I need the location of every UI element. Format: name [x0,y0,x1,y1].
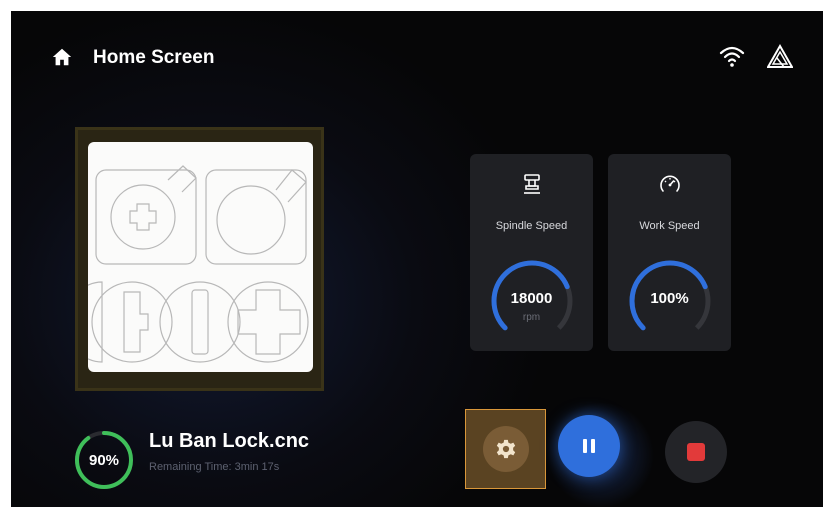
wifi-icon[interactable] [719,44,745,68]
brand-logo-icon [767,44,793,68]
job-progress-percent: 90% [88,451,120,469]
work-speed-value: 100% [650,290,689,307]
speedometer-icon [659,175,680,192]
spindle-icon [523,174,540,194]
job-file-name: Lu Ban Lock.cnc [149,430,310,452]
home-screen: Home Screen 90% Lu Ban Lock.cnc Remainin… [11,11,823,507]
stop-icon [687,443,705,461]
job-preview-image [88,142,313,372]
spindle-speed-card[interactable]: Spindle Speed 18000 rpm [470,154,593,351]
stop-button[interactable] [665,421,727,483]
settings-button-circle[interactable] [483,426,529,472]
remaining-time: Remaining Time: 3min 17s [149,461,280,473]
spindle-speed-unit: rpm [522,312,541,323]
work-speed-label: Work Speed [639,220,700,232]
page-title: Home Screen [93,47,215,68]
spindle-speed-label: Spindle Speed [495,220,568,232]
settings-button[interactable] [465,409,546,489]
header-bar: Home Screen [11,11,823,91]
spindle-speed-value: 18000 [510,290,553,307]
pause-button[interactable] [558,415,620,477]
gear-icon [496,439,516,459]
pause-icon [583,439,595,453]
home-icon[interactable] [51,46,73,68]
job-preview-frame [75,127,324,391]
work-speed-card[interactable]: Work Speed 100% [608,154,731,351]
